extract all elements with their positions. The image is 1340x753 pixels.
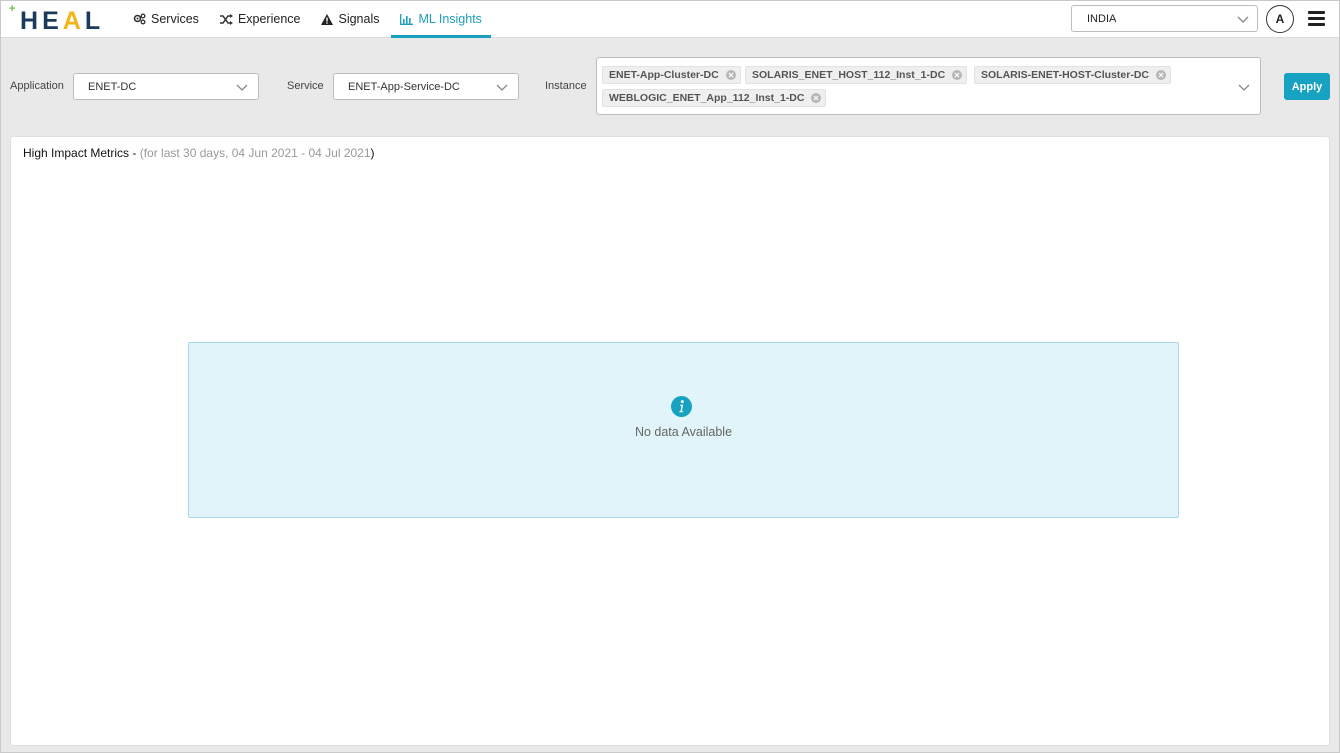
instance-chip: WEBLOGIC_ENET_App_112_Inst_1-DC xyxy=(602,89,827,107)
no-data-message-box: No data Available xyxy=(188,342,1179,518)
account-select-value: INDIA xyxy=(1087,12,1117,25)
application-select-value: ENET-DC xyxy=(88,80,137,93)
application-label: Application xyxy=(10,80,64,92)
heal-logo[interactable]: + H E A L xyxy=(9,3,104,35)
service-select[interactable]: ENET-App-Service-DC xyxy=(333,73,519,100)
service-label: Service xyxy=(287,80,324,92)
logo-letter-e: E xyxy=(42,7,63,35)
application-select[interactable]: ENET-DC xyxy=(73,73,259,100)
bar-chart-icon xyxy=(400,13,414,25)
instance-chip-label: SOLARIS_ENET_HOST_112_Inst_1-DC xyxy=(752,69,946,81)
instance-chip: ENET-App-Cluster-DC xyxy=(602,66,741,84)
instance-chip: SOLARIS-ENET-HOST-Cluster-DC xyxy=(974,66,1172,84)
chip-remove-icon[interactable] xyxy=(952,70,963,80)
chip-remove-icon[interactable] xyxy=(725,70,736,80)
logo-plus-mark: + xyxy=(9,3,16,15)
nav-item-label: ML Insights xyxy=(418,12,482,26)
instance-chip-label: WEBLOGIC_ENET_App_112_Inst_1-DC xyxy=(609,92,805,104)
logo-letter-a: A xyxy=(62,7,85,35)
user-avatar[interactable]: A xyxy=(1266,5,1294,33)
instance-chip: SOLARIS_ENET_HOST_112_Inst_1-DC xyxy=(745,66,968,84)
no-data-text: No data Available xyxy=(634,425,733,439)
nav-item-signals[interactable]: Signals xyxy=(312,0,388,38)
nav-item-label: Signals xyxy=(338,12,380,26)
nav-item-label: Experience xyxy=(237,12,301,26)
top-navigation-bar: + H E A L Services Experience Signals ML… xyxy=(0,0,1340,38)
apply-button[interactable]: Apply xyxy=(1284,73,1330,100)
chevron-down-icon xyxy=(496,81,508,96)
logo-wordmark: H E A L xyxy=(20,8,104,34)
panel-title: High Impact Metrics - (for last 30 days,… xyxy=(23,146,375,160)
instance-chip-label: ENET-App-Cluster-DC xyxy=(609,69,719,81)
nav-item-ml-insights[interactable]: ML Insights xyxy=(391,0,491,38)
shuffle-icon xyxy=(219,13,233,25)
nav-item-services[interactable]: Services xyxy=(124,0,208,38)
chevron-down-icon xyxy=(1237,13,1249,28)
gears-icon xyxy=(133,13,146,25)
logo-letter-h: H xyxy=(20,7,43,35)
chip-remove-icon[interactable] xyxy=(1156,70,1167,80)
info-icon xyxy=(671,396,692,422)
main-nav: Services Experience Signals ML Insights xyxy=(124,0,494,38)
panel-subtitle: for last 30 days, 04 Jun 2021 - 04 Jul 2… xyxy=(143,146,371,160)
panel-subtitle-close: ) xyxy=(370,146,375,160)
chip-remove-icon[interactable] xyxy=(811,93,822,103)
panel-title-text: High Impact Metrics - xyxy=(23,146,140,160)
chevron-down-icon xyxy=(236,81,248,96)
logo-letter-l: L xyxy=(84,7,105,35)
chevron-down-icon[interactable] xyxy=(1238,80,1250,98)
high-impact-metrics-panel: High Impact Metrics - (for last 30 days,… xyxy=(10,136,1330,746)
warning-icon xyxy=(321,13,334,25)
service-select-value: ENET-App-Service-DC xyxy=(348,80,460,93)
hamburger-menu-icon[interactable] xyxy=(1308,11,1325,26)
instance-multiselect[interactable]: ENET-App-Cluster-DC SOLARIS_ENET_HOST_11… xyxy=(596,57,1261,115)
instance-label: Instance xyxy=(545,80,587,92)
account-select[interactable]: INDIA xyxy=(1071,5,1258,32)
instance-chip-label: SOLARIS-ENET-HOST-Cluster-DC xyxy=(981,69,1150,81)
nav-item-experience[interactable]: Experience xyxy=(211,0,310,38)
nav-item-label: Services xyxy=(151,12,199,26)
